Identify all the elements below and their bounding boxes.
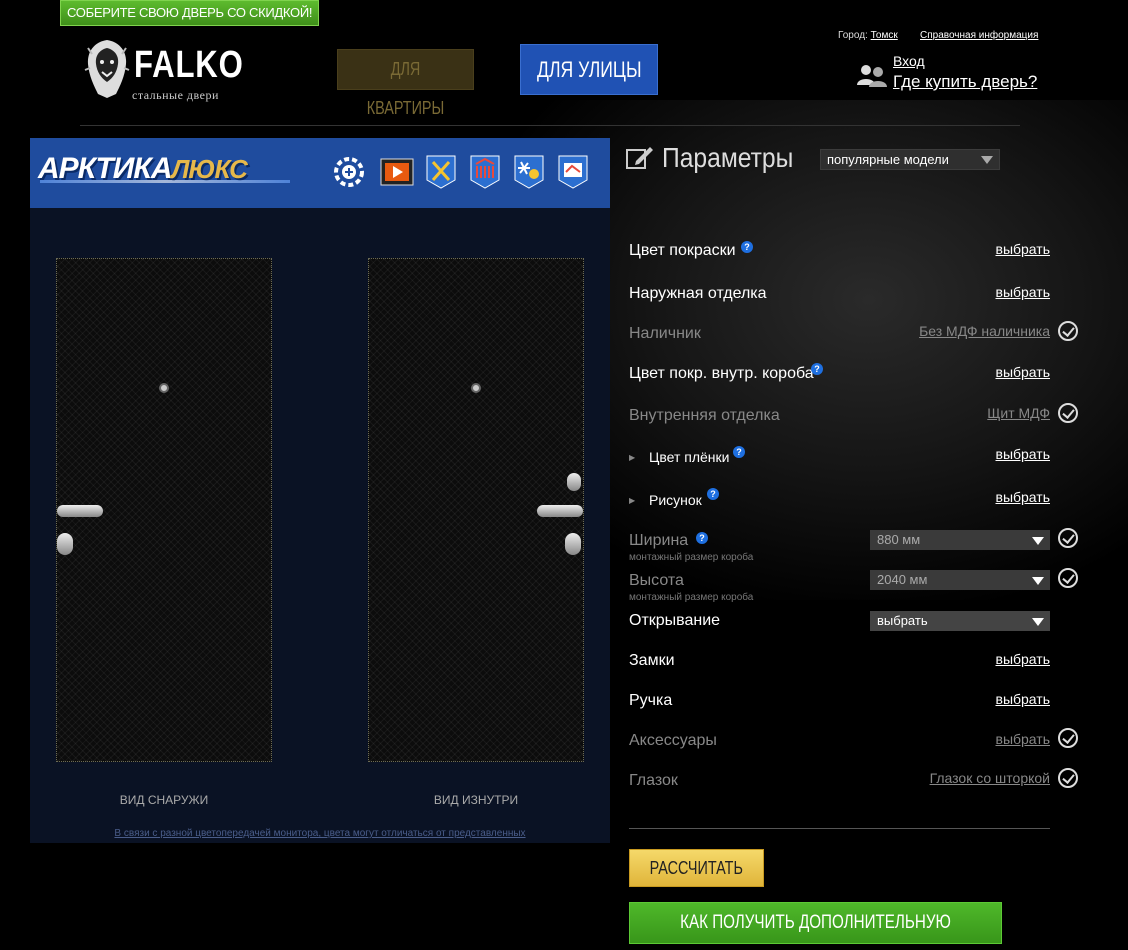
popular-models-select[interactable]: популярные модели — [820, 149, 1000, 170]
info-link[interactable]: Справочная информация — [920, 30, 1038, 41]
help-icon[interactable]: ? — [707, 488, 719, 500]
param-casing: Наличник — [629, 325, 701, 342]
users-icon — [857, 65, 887, 87]
params-divider — [629, 828, 1050, 829]
brand-tagline: стальные двери — [132, 88, 219, 102]
param-inner-finish-value[interactable]: Щит МДФ — [987, 405, 1050, 421]
param-paint-color: Цвет покраски — [629, 242, 736, 259]
snowflake-sun-icon[interactable] — [512, 154, 546, 190]
param-film-color: Цвет плёнки — [649, 449, 730, 465]
param-peephole: Глазок — [629, 772, 678, 789]
check-icon — [1058, 528, 1078, 548]
help-icon[interactable]: ? — [733, 446, 745, 458]
view-inside-label: ВИД ИЗНУТРИ — [433, 793, 519, 807]
width-select[interactable]: 880 мм — [870, 530, 1050, 550]
param-peephole-value[interactable]: Глазок со шторкой — [930, 770, 1050, 786]
param-pattern: Рисунок — [649, 492, 702, 508]
params-title: Параметры — [662, 142, 794, 173]
chevron-down-icon — [1032, 577, 1044, 585]
check-icon — [1058, 728, 1078, 748]
city-selector: Город: Томск — [838, 30, 898, 41]
brand-name: FALKO — [134, 44, 244, 86]
falko-logo[interactable]: FALKO стальные двери — [84, 38, 244, 102]
login-link[interactable]: Вход — [893, 53, 925, 69]
height-select[interactable]: 2040 мм — [870, 570, 1050, 590]
check-icon — [1058, 321, 1078, 341]
door-outside — [56, 258, 272, 762]
door-inside — [368, 258, 584, 762]
where-to-buy-link[interactable]: Где купить дверь? — [893, 72, 1037, 92]
help-icon[interactable]: ? — [696, 532, 708, 544]
param-outer-finish-value[interactable]: выбрать — [996, 284, 1051, 300]
chevron-down-icon — [1032, 618, 1044, 626]
lock-cylinder-icon — [565, 533, 581, 555]
param-locks-value[interactable]: выбрать — [996, 651, 1051, 667]
edit-icon — [626, 147, 653, 169]
help-icon[interactable]: ? — [741, 241, 753, 253]
view-outside-label: ВИД СНАРУЖИ — [119, 793, 209, 807]
certificate-icon[interactable] — [556, 154, 590, 190]
for-street-button[interactable]: ДЛЯ УЛИЦЫ — [520, 44, 658, 95]
lock-knob-icon — [567, 473, 581, 491]
handle-icon — [537, 505, 583, 517]
param-paint-color-value[interactable]: выбрать — [996, 241, 1051, 257]
param-inner-box-color: Цвет покр. внутр. короба — [629, 365, 814, 382]
param-accessories-value[interactable]: выбрать — [996, 731, 1051, 747]
param-pattern-value[interactable]: выбрать — [996, 489, 1051, 505]
param-width-sub: монтажный размер короба — [629, 552, 754, 563]
peephole-icon — [471, 383, 481, 393]
param-height: Высота — [629, 572, 684, 589]
expand-arrow-icon[interactable]: ▶ — [629, 496, 635, 505]
opening-select[interactable]: выбрать — [870, 611, 1050, 631]
for-apartment-button[interactable]: ДЛЯ КВАРТИРЫ — [337, 49, 474, 118]
param-inner-box-color-value[interactable]: выбрать — [996, 364, 1051, 380]
check-icon — [1058, 403, 1078, 423]
check-icon — [1058, 768, 1078, 788]
header-divider — [80, 125, 1020, 126]
chevron-down-icon — [981, 156, 993, 164]
param-opening: Открывание — [629, 612, 721, 629]
color-disclaimer[interactable]: В связи с разной цветопередачей монитора… — [30, 828, 610, 839]
param-accessories: Аксессуары — [629, 732, 717, 749]
handle-icon — [57, 505, 103, 517]
expand-arrow-icon[interactable]: ▶ — [629, 453, 635, 462]
chevron-down-icon — [1032, 537, 1044, 545]
param-inner-finish: Внутренняя отделка — [629, 407, 780, 424]
param-width: Ширина — [629, 532, 689, 549]
param-outer-finish: Наружная отделка — [629, 285, 767, 302]
door-preview-panel: АРКТИКАЛЮКС ВИД СНАРУЖИ ВИД ИЗНУТРИ В св… — [30, 138, 610, 843]
promo-button[interactable]: СОБЕРИТЕ СВОЮ ДВЕРЬ СО СКИДКОЙ! — [60, 0, 320, 26]
param-locks: Замки — [629, 652, 675, 669]
param-height-sub: монтажный размер короба — [629, 592, 754, 603]
extra-discount-button[interactable]: КАК ПОЛУЧИТЬ ДОПОЛНИТЕЛЬНУЮ СКИДКУ? — [629, 902, 1002, 944]
calculate-button[interactable]: РАССЧИТАТЬ — [629, 849, 764, 887]
model-header: АРКТИКАЛЮКС — [30, 138, 610, 208]
peephole-icon — [159, 383, 169, 393]
param-casing-value[interactable]: Без МДФ наличника — [919, 323, 1050, 339]
lion-logo-icon — [84, 40, 130, 98]
help-icon[interactable]: ? — [811, 363, 823, 375]
settings-icon[interactable] — [332, 154, 366, 190]
radiator-icon[interactable] — [468, 154, 502, 190]
param-handle: Ручка — [629, 692, 673, 709]
param-film-color-value[interactable]: выбрать — [996, 446, 1051, 462]
video-icon[interactable] — [380, 154, 414, 190]
model-name: АРКТИКАЛЮКС — [38, 152, 248, 185]
city-link[interactable]: Томск — [871, 30, 898, 41]
check-icon — [1058, 568, 1078, 588]
lock-cylinder-icon — [57, 533, 73, 555]
tools-icon[interactable] — [424, 154, 458, 190]
param-handle-value[interactable]: выбрать — [996, 691, 1051, 707]
